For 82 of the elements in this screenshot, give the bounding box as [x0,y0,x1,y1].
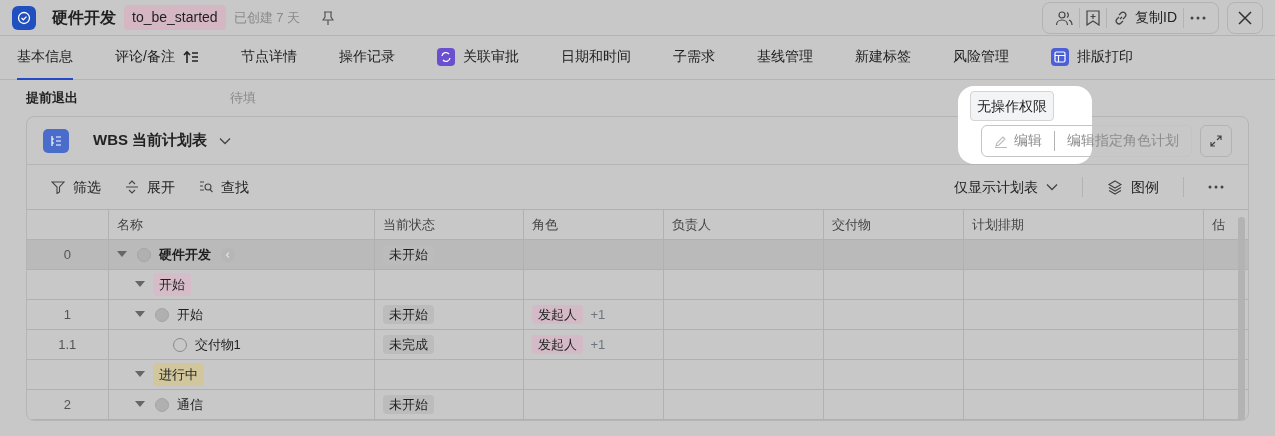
filter-icon [51,180,65,194]
plan-table-icon [43,128,69,153]
role-tag: 发起人 [531,304,583,324]
expand-arrows-icon [1210,134,1222,147]
group-tag: 开始 [152,272,191,297]
table-row[interactable]: 1 开始 未开始 发起人 +1 [27,299,1248,330]
layers-icon [1107,179,1123,195]
column-header: 交付物 [823,209,963,240]
toolbar-button[interactable]: 展开 [125,176,175,198]
legend-button[interactable]: 图例 [1107,176,1159,198]
tab[interactable]: 风险管理 [952,35,1009,80]
people-icon [1055,9,1073,26]
row-number: 0 [27,239,108,270]
chevron-down-icon [219,136,232,145]
group-tag: 进行中 [152,362,204,387]
status-tag: 未开始 [382,304,434,324]
field-value: 待填 [230,89,256,108]
sort-icon [182,49,199,64]
fullscreen-button[interactable] [1200,124,1232,157]
column-header: 当前状态 [374,209,523,240]
status-tag: 未完成 [382,334,434,354]
close-icon [1238,10,1252,25]
column-header: 计划排期 [963,209,1203,240]
column-header: 名称 [108,209,374,240]
find-icon [199,180,213,194]
status-tag: to_be_started [124,5,226,30]
caret-icon[interactable] [116,251,127,258]
tab[interactable]: 节点详情 [240,35,297,80]
chevron-down-icon [1046,183,1058,191]
item-title: 硬件开发 [52,7,116,28]
row-number: 1 [27,299,108,330]
toolbar-button[interactable]: 筛选 [51,176,101,198]
column-header: 负责人 [663,209,823,240]
column-header: 角色 [523,209,663,240]
copy-id-button[interactable]: 复制ID [1107,5,1183,30]
row-number: 1.1 [27,329,108,360]
table-row[interactable]: 进行中 [27,359,1248,390]
more-icon [1190,15,1206,20]
table-row[interactable]: 开始 [27,269,1248,300]
tab[interactable]: 排版打印 [1050,35,1133,80]
status-tag: 未开始 [382,394,434,414]
tab[interactable]: 基线管理 [756,35,813,80]
caret-icon[interactable] [134,281,145,288]
link-approval-icon [436,47,455,66]
status-dot [154,307,169,322]
check-circle-icon [17,10,31,25]
plan-selector[interactable]: WBS 当前计划表 [93,129,232,152]
role-count: +1 [590,306,606,322]
tab[interactable]: 评论/备注 [115,35,199,80]
role-count: +1 [590,336,606,352]
close-button[interactable] [1227,1,1263,34]
bookmark-plus-icon [1086,9,1100,26]
caret-icon[interactable] [134,371,145,378]
link-icon [1113,9,1129,26]
table-row[interactable]: 1.1 交付物1 未完成 发起人 +1 [27,329,1248,360]
tab[interactable]: 操作记录 [338,35,395,80]
caret-icon[interactable] [134,311,145,318]
task-name: 开始 [176,305,203,324]
field-label: 提前退出 [26,89,79,108]
tab[interactable]: 关联审批 [436,35,519,80]
role-tag: 发起人 [531,334,583,354]
tab[interactable]: 日期和时间 [560,35,631,80]
more-button[interactable] [1208,185,1224,189]
task-name: 交付物1 [194,335,241,354]
table-row[interactable]: 0 硬件开发 未开始 [27,239,1248,270]
tab[interactable]: 新建标签 [854,35,911,80]
tooltip: 无操作权限 [970,91,1054,121]
toolbar-button[interactable]: 查找 [199,176,249,198]
status-tag: 未开始 [382,244,434,264]
view-dropdown[interactable]: 仅显示计划表 [954,176,1058,198]
task-name: 通信 [176,395,203,414]
tab[interactable]: 基本信息 [17,35,73,80]
pin-icon [322,10,335,25]
more-icon [1208,185,1224,189]
table-row[interactable]: 2 通信 未开始 [27,389,1248,420]
tab[interactable]: 子需求 [672,35,715,80]
caret-icon[interactable] [134,401,145,408]
task-name: 硬件开发 [158,245,211,264]
status-dot [154,397,169,412]
expand-icon [125,180,139,194]
created-time: 已创建 7 天 [233,8,301,27]
layout-icon [1050,47,1069,66]
